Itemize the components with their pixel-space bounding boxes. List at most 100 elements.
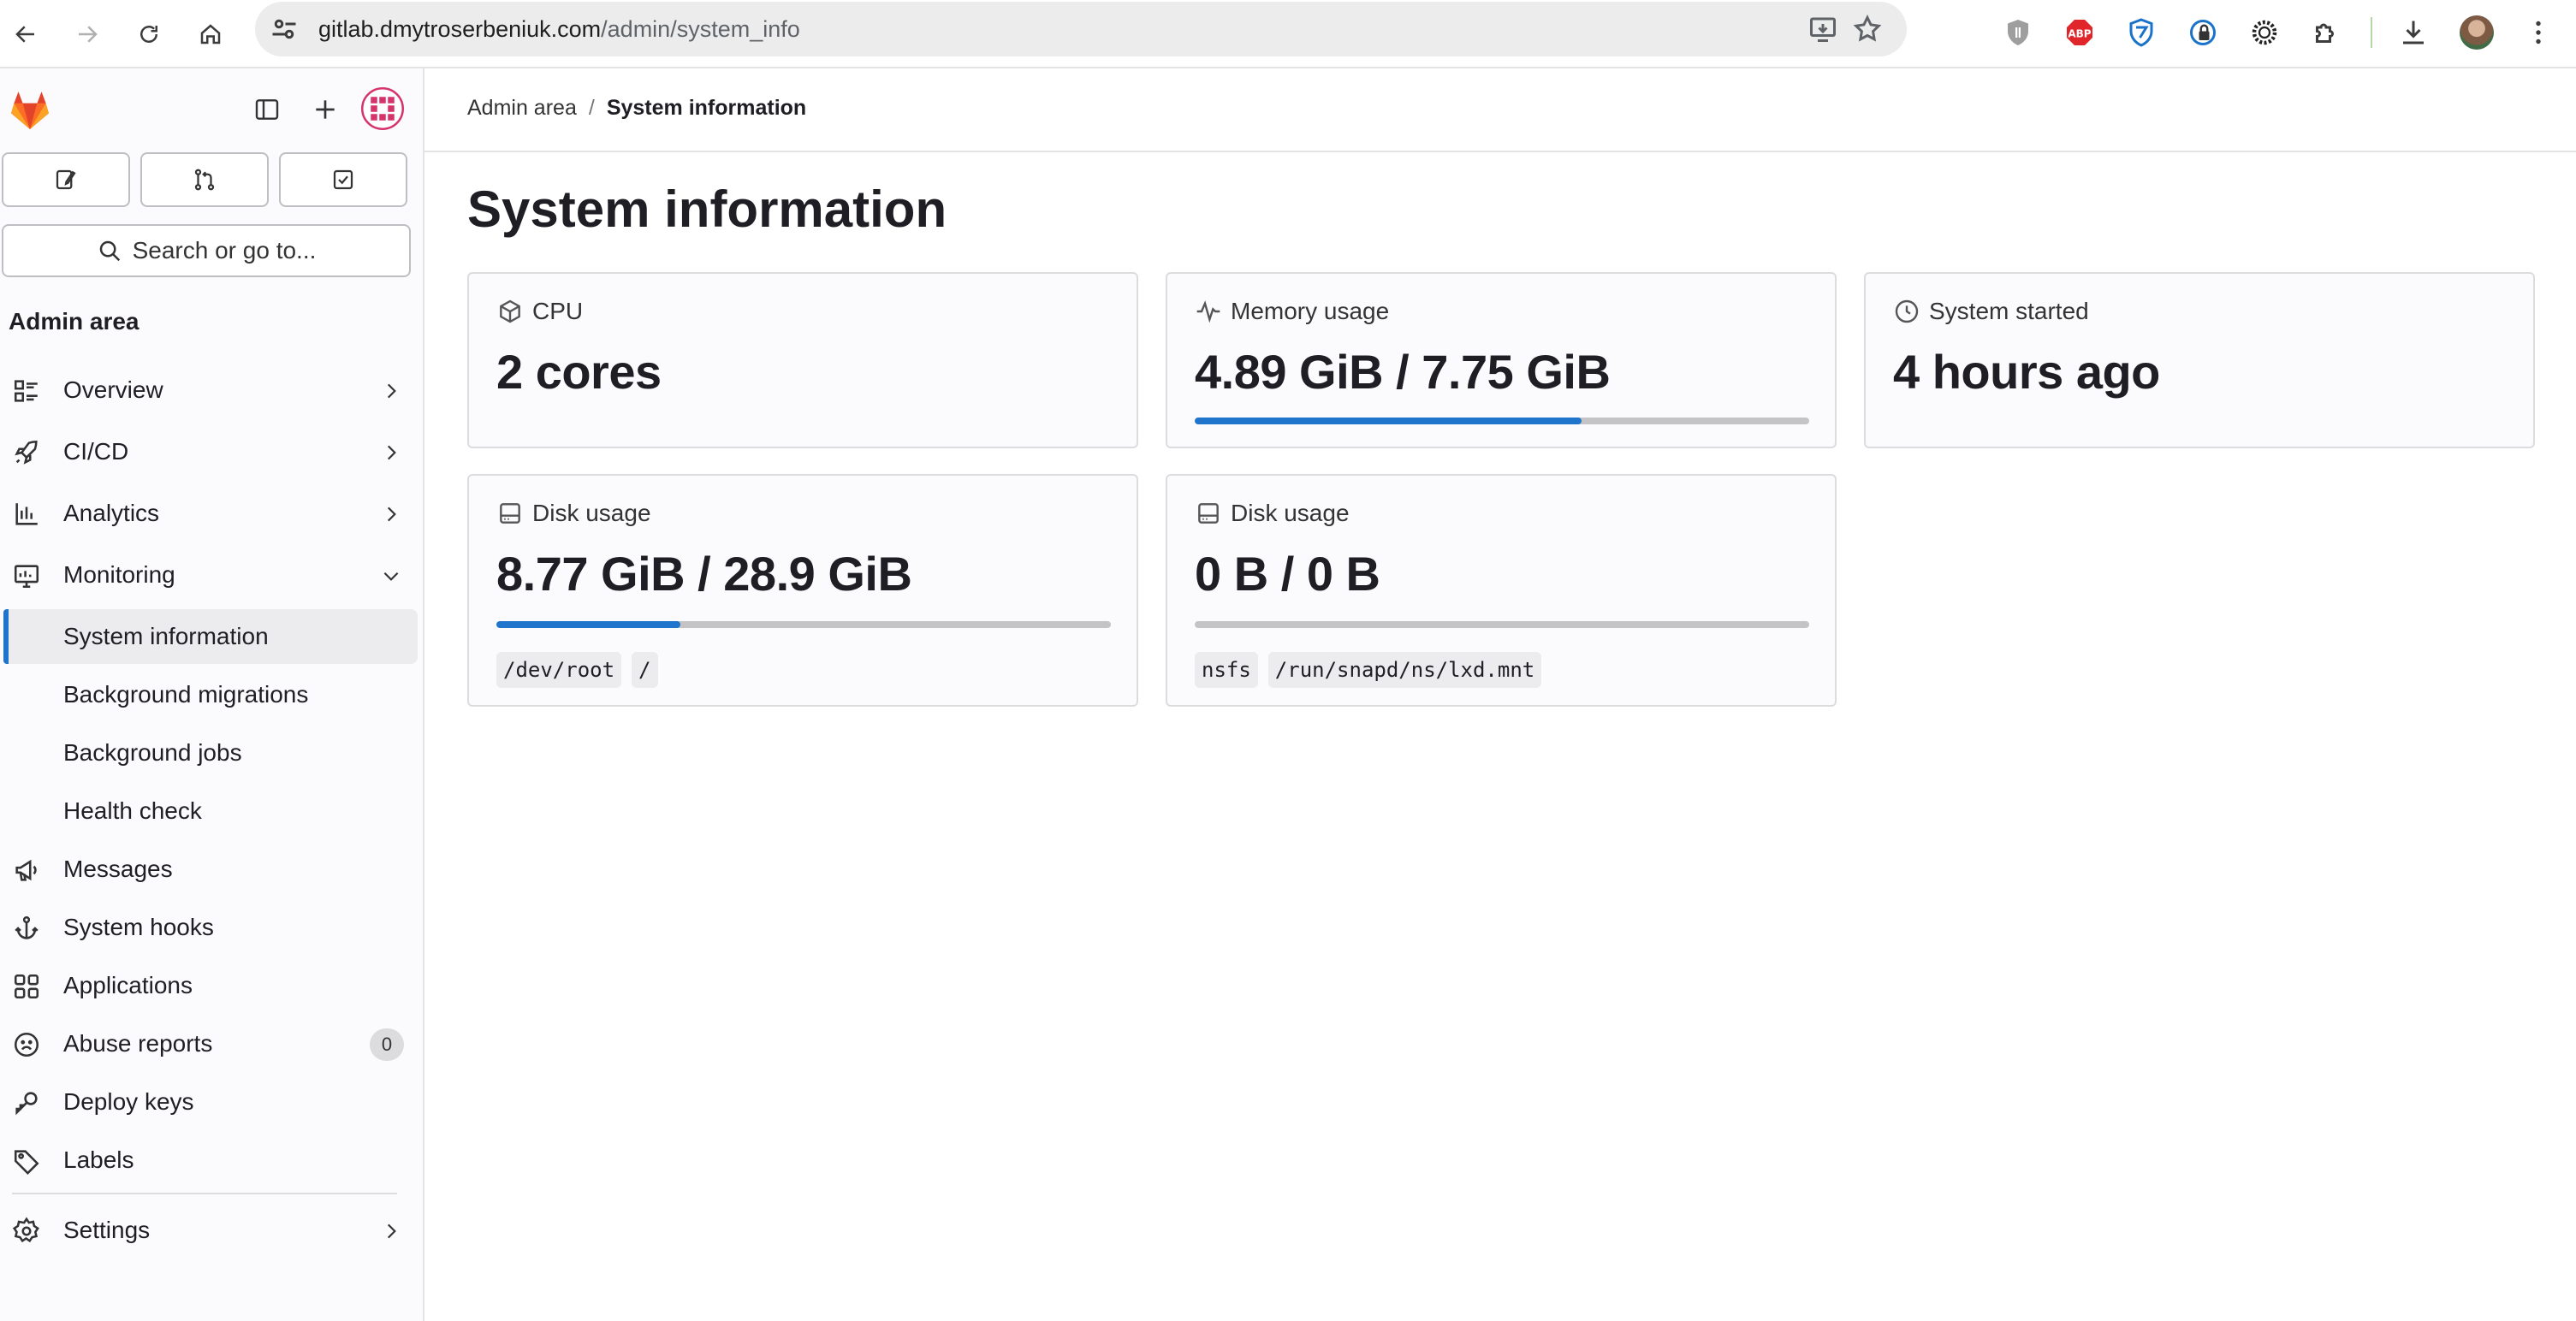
issues-button[interactable] xyxy=(2,152,130,207)
monitor-icon xyxy=(14,565,39,589)
overview-icon xyxy=(14,380,38,402)
system-started-title: System started xyxy=(1929,298,2089,324)
applications-icon xyxy=(14,974,39,999)
back-icon[interactable] xyxy=(2,10,50,58)
disk-progress-bar xyxy=(496,621,1111,628)
sidebar-item-abuse-reports[interactable]: Abuse reports 0 xyxy=(0,1016,418,1071)
chevron-right-icon xyxy=(387,506,396,522)
user-avatar[interactable] xyxy=(361,87,404,130)
disk-device-chip: nsfs xyxy=(1195,652,1258,688)
memory-card: Memory usage 4.89 GiB / 7.75 GiB xyxy=(1166,272,1837,448)
downloads-icon[interactable] xyxy=(2396,15,2431,50)
sidebar-item-background-migrations[interactable]: Background migrations xyxy=(0,667,418,722)
settings-icon xyxy=(12,1217,39,1243)
sidebar-heading: Admin area xyxy=(9,308,139,335)
gear-extension-icon[interactable] xyxy=(2247,15,2282,50)
search-icon xyxy=(99,240,120,262)
profile-avatar[interactable] xyxy=(2460,15,2494,50)
clock-icon xyxy=(1895,299,1919,323)
adblock-icon[interactable]: ABP xyxy=(2063,15,2097,50)
url-text: gitlab.dmytroserbeniuk.com/admin/system_… xyxy=(318,16,800,42)
sidebar-item-analytics[interactable]: Analytics xyxy=(0,486,418,541)
extensions-puzzle-icon[interactable] xyxy=(2309,15,2343,50)
toolbar-divider xyxy=(2371,17,2372,48)
sidebar-item-cicd[interactable]: CI/CD xyxy=(0,424,418,479)
disk-usage-card: Disk usage 8.77 GiB / 28.9 GiB /dev/root… xyxy=(467,474,1138,707)
main-content: Admin area / System information System inf… xyxy=(424,68,2576,1321)
sidebar-item-label: CI/CD xyxy=(63,438,129,465)
reload-icon[interactable] xyxy=(125,10,173,58)
disk-usage-value: 8.77 GiB / 28.9 GiB xyxy=(496,547,912,601)
sidebar: Search or go to... Admin area Overview C… xyxy=(0,68,424,1321)
privacy-shield-icon[interactable] xyxy=(2001,15,2035,50)
cpu-value: 2 cores xyxy=(496,345,662,399)
forward-icon[interactable] xyxy=(63,10,111,58)
gitlab-logo-icon[interactable] xyxy=(7,87,53,133)
disk-progress-bar xyxy=(1195,621,1809,628)
sidebar-item-label: Analytics xyxy=(63,500,160,526)
home-icon[interactable] xyxy=(187,10,234,58)
sidebar-item-label: Settings xyxy=(63,1217,151,1243)
disk-usage-card: Disk usage 0 B / 0 B nsfs /run/snapd/ns/… xyxy=(1166,474,1837,707)
install-app-icon[interactable] xyxy=(1807,14,1838,44)
breadcrumb-current[interactable]: System information xyxy=(607,96,806,120)
disk-progress-fill xyxy=(496,621,681,628)
cpu-card: CPU 2 cores xyxy=(467,272,1138,448)
sidebar-item-applications[interactable]: Applications xyxy=(0,958,418,1013)
sidebar-item-messages[interactable]: Messages xyxy=(0,842,418,897)
browser-toolbar: gitlab.dmytroserbeniuk.com/admin/system_… xyxy=(0,0,2576,68)
todos-button[interactable] xyxy=(279,152,407,207)
breadcrumb-separator: / xyxy=(588,96,595,120)
address-bar[interactable]: gitlab.dmytroserbeniuk.com/admin/system_… xyxy=(255,2,1907,56)
search-button[interactable]: Search or go to... xyxy=(2,224,411,277)
memory-title: Memory usage xyxy=(1231,298,1390,324)
sidebar-item-deploy-keys[interactable]: Deploy keys xyxy=(0,1075,418,1129)
sidebar-item-label: Messages xyxy=(63,856,173,882)
password-manager-icon[interactable] xyxy=(2186,15,2220,50)
sidebar-item-settings[interactable]: Settings xyxy=(0,1203,418,1258)
sidebar-item-background-jobs[interactable]: Background jobs xyxy=(0,726,418,780)
merge-requests-button[interactable] xyxy=(140,152,269,207)
sidebar-item-health-check[interactable]: Health check xyxy=(0,784,418,838)
sidebar-item-system-hooks[interactable]: System hooks xyxy=(0,900,418,955)
sidebar-item-label: Labels xyxy=(63,1146,134,1173)
label-icon xyxy=(14,1150,39,1175)
sidebar-item-label: System hooks xyxy=(63,914,214,940)
sidebar-item-label: Health check xyxy=(63,797,202,824)
activity-pulse-icon xyxy=(1196,300,1220,323)
bookmark-star-icon[interactable] xyxy=(1852,14,1883,44)
disk-icon xyxy=(500,503,520,524)
top-bar: Admin area / System information xyxy=(424,68,2576,152)
cube-icon xyxy=(500,299,520,323)
abuse-icon xyxy=(14,1032,39,1057)
sidebar-item-label: Monitoring xyxy=(63,561,175,588)
page-title: System information xyxy=(467,181,947,238)
chevron-right-icon xyxy=(387,383,396,399)
sidebar-item-system-information[interactable]: System information xyxy=(3,609,418,664)
memory-progress-fill xyxy=(1195,418,1582,424)
sidebar-item-overview[interactable]: Overview xyxy=(0,363,418,418)
kebab-menu-icon[interactable] xyxy=(2521,15,2555,50)
chevron-right-icon xyxy=(387,445,396,460)
sidebar-item-labels[interactable]: Labels xyxy=(0,1133,418,1188)
site-settings-icon[interactable] xyxy=(269,14,300,44)
vpn-shield-icon[interactable] xyxy=(2124,15,2158,50)
sidebar-item-label: Deploy keys xyxy=(63,1088,194,1115)
toggle-sidebar-icon[interactable] xyxy=(250,92,284,127)
disk-usage-title: Disk usage xyxy=(1231,500,1350,526)
chart-icon xyxy=(15,503,38,525)
sidebar-item-label: Applications xyxy=(63,972,193,998)
sidebar-item-label: Abuse reports xyxy=(63,1030,213,1057)
system-started-value: 4 hours ago xyxy=(1893,345,2160,399)
sidebar-item-monitoring[interactable]: Monitoring xyxy=(0,548,418,602)
search-label: Search or go to... xyxy=(132,237,317,264)
disk-mount-chip: /run/snapd/ns/lxd.mnt xyxy=(1267,652,1542,688)
breadcrumb-admin-area[interactable]: Admin area xyxy=(467,96,577,120)
sidebar-divider xyxy=(12,1193,397,1194)
svg-text:ABP: ABP xyxy=(2068,27,2091,39)
anchor-icon xyxy=(15,915,39,939)
chevron-right-icon xyxy=(387,1223,396,1239)
create-new-icon[interactable] xyxy=(308,92,342,127)
cpu-title: CPU xyxy=(532,298,584,324)
merge-request-icon xyxy=(194,169,215,191)
